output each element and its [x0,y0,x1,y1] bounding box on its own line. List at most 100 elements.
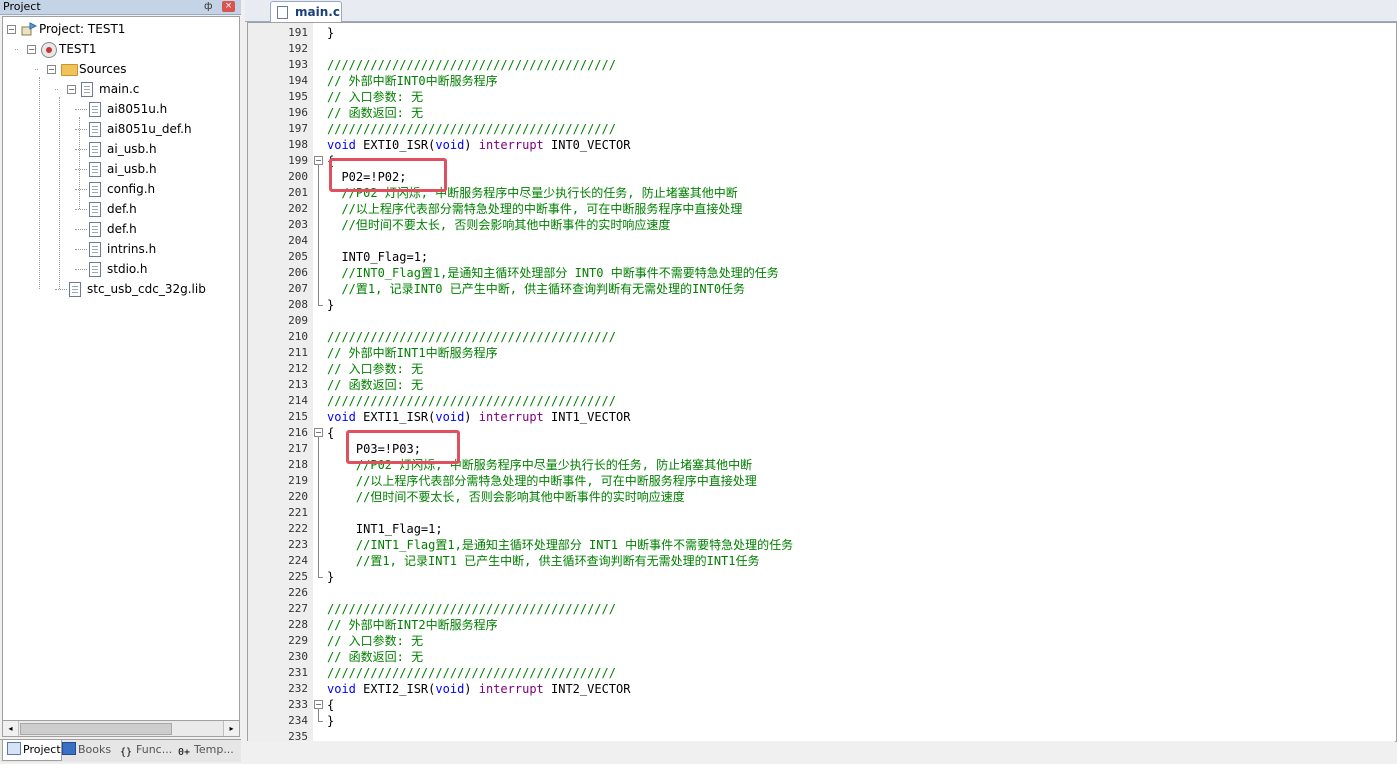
code-text: void EXTI1_ISR(void) interrupt INT1_VECT… [327,410,631,424]
code-line[interactable]: 228 // 外部中断INT2中断服务程序 [248,617,1396,633]
code-line[interactable]: 227 /////////////////////////////////////… [248,601,1396,617]
line-number: 191 [288,26,308,39]
pin-icon[interactable]: ф [204,0,213,14]
fold-guide-end [318,721,323,722]
code-line[interactable]: 215 void EXTI1_ISR(void) interrupt INT1_V… [248,409,1396,425]
project-panel-title: Project [3,0,41,13]
line-number: 201 [288,186,308,199]
code-line[interactable]: 191} [248,25,1396,41]
line-number: 204 [288,234,308,247]
code-line[interactable]: 194 // 外部中断INT0中断服务程序 [248,73,1396,89]
code-line[interactable]: 230 // 函数返回: 无 [248,649,1396,665]
code-line[interactable]: 205 INT0_Flag=1; [248,249,1396,265]
books-icon [62,742,76,755]
line-number: 227 [288,602,308,615]
file-icon [89,182,101,197]
code-line[interactable]: 198 void EXTI0_ISR(void) interrupt INT0_V… [248,137,1396,153]
line-number: 206 [288,266,308,279]
scroll-right-arrow-icon[interactable]: ▸ [223,721,239,736]
code-line[interactable]: 206 //INT0_Flag置1,是通知主循环处理部分 INT0 中断事件不需… [248,265,1396,281]
code-text: { [327,698,335,712]
highlight-box-p03 [346,430,460,464]
file-icon [89,142,101,157]
code-line[interactable]: 225} [248,569,1396,585]
panel-bottom-tabs: Project Books {} Func... 0+ Temp... [0,739,241,762]
line-number: 221 [288,506,308,519]
code-line[interactable]: 220 //但时间不要太长, 否则会影响其他中断事件的实时响应速度 [248,489,1396,505]
code-line[interactable]: 232 void EXTI2_ISR(void) interrupt INT2_V… [248,681,1396,697]
line-number: 196 [288,106,308,119]
tab-main-c[interactable]: main.c [270,1,342,22]
code-line[interactable]: 210 /////////////////////////////////////… [248,329,1396,345]
code-line[interactable]: 234} [248,713,1396,729]
code-line[interactable]: 196 // 函数返回: 无 [248,105,1396,121]
tab-books[interactable]: Books [62,740,118,760]
code-line[interactable]: 212 // 入口参数: 无 [248,361,1396,377]
tab-templates[interactable]: 0+ Temp... [178,740,238,760]
collapse-toggle-icon[interactable]: − [27,45,36,54]
tree-node[interactable]: − Sources [3,59,237,79]
code-editor[interactable]: 191} 192 193//////////////////////////////… [247,22,1397,742]
code-line[interactable]: 207 //置1, 记录INT0 已产生中断, 供主循环查询判断有无需处理的IN… [248,281,1396,297]
code-line[interactable]: 224 //置1, 记录INT1 已产生中断, 供主循环查询判断有无需处理的IN… [248,553,1396,569]
line-number: 194 [288,74,308,87]
code-text: // 外部中断INT0中断服务程序 [327,74,498,88]
line-number: 215 [288,410,308,423]
tab-functions[interactable]: {} Func... [120,740,176,760]
code-line[interactable]: 219 //以上程序代表部分需特急处理的中断事件, 可在中断服务程序中直接处理 [248,473,1396,489]
collapse-toggle-icon[interactable]: − [47,65,56,74]
code-line[interactable]: 226 [248,585,1396,601]
code-line[interactable]: 203 //但时间不要太长, 否则会影响其他中断事件的实时响应速度 [248,217,1396,233]
editor-horizontal-scrollbar[interactable] [247,741,1395,759]
scroll-thumb[interactable] [20,723,172,735]
code-line[interactable]: 231 /////////////////////////////////////… [248,665,1396,681]
tree-node[interactable]: − Project: TEST1 [3,19,237,39]
fold-guide-end [318,305,323,306]
code-text: } [327,714,335,728]
line-number: 205 [288,250,308,263]
fold-toggle-icon[interactable]: − [314,428,323,437]
collapse-toggle-icon[interactable]: − [67,85,76,94]
code-text: // 入口参数: 无 [327,90,424,104]
code-line[interactable]: 195 // 入口参数: 无 [248,89,1396,105]
fold-guide [318,437,319,577]
tree-node[interactable]: − TEST1 [3,39,237,59]
line-number: 223 [288,538,308,551]
c-file-icon [277,6,288,19]
code-line[interactable]: 214 /////////////////////////////////////… [248,393,1396,409]
code-line[interactable]: 197 /////////////////////////////////////… [248,121,1396,137]
code-line[interactable]: 209 [248,313,1396,329]
code-line[interactable]: 223 //INT1_Flag置1,是通知主循环处理部分 INT1 中断事件不需… [248,537,1396,553]
collapse-toggle-icon[interactable]: − [7,25,16,34]
code-line[interactable]: 213 // 函数返回: 无 [248,377,1396,393]
tab-project[interactable]: Project [2,740,62,761]
file-icon [69,282,81,297]
editor-area: main.c 191} 192 193///////////////////////… [245,0,1397,764]
tree-node-label: ai8051u.h [107,102,168,116]
line-number: 192 [288,42,308,55]
code-line[interactable]: 221 [248,505,1396,521]
fold-toggle-icon[interactable]: − [314,156,323,165]
project-icon [21,22,38,36]
line-number: 202 [288,202,308,215]
code-line[interactable]: 192 [248,41,1396,57]
tree-horizontal-scrollbar[interactable]: ◂ ▸ [2,720,240,737]
line-number: 199 [288,154,308,167]
code-line[interactable]: 202 //以上程序代表部分需特急处理的中断事件, 可在中断服务程序中直接处理 [248,201,1396,217]
close-icon[interactable]: × [222,1,235,12]
line-number: 224 [288,554,308,567]
code-line[interactable]: 229 // 入口参数: 无 [248,633,1396,649]
code-line[interactable]: 222 INT1_Flag=1; [248,521,1396,537]
code-line[interactable]: 233 { [248,697,1396,713]
code-line[interactable]: 208} [248,297,1396,313]
scroll-left-arrow-icon[interactable]: ◂ [3,721,19,736]
line-number: 231 [288,666,308,679]
file-icon [89,162,101,177]
code-line[interactable]: 193 /////////////////////////////////////… [248,57,1396,73]
code-line[interactable]: 204 [248,233,1396,249]
fold-toggle-icon[interactable]: − [314,700,323,709]
fold-guide [318,709,319,721]
tab-label: main.c [295,5,340,19]
code-line[interactable]: 211 // 外部中断INT1中断服务程序 [248,345,1396,361]
functions-icon: {} [120,747,133,758]
